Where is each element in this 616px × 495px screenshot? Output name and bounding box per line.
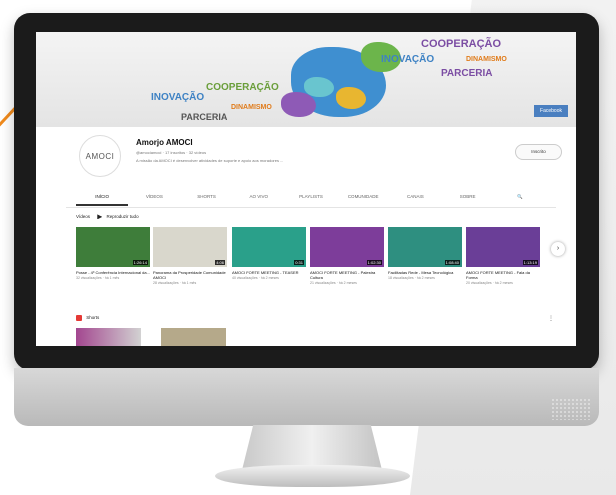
subscribe-button[interactable]: Inscrito — [515, 144, 562, 160]
video-thumbnail[interactable]: 1:13:19 — [466, 227, 540, 267]
tab-live[interactable]: AO VIVO — [233, 190, 285, 206]
play-all-button[interactable]: Reproduzir tudo — [107, 214, 139, 219]
video-duration: 1:08:40 — [444, 260, 460, 265]
video-title[interactable]: AMOCI FORTE MEETING - TEASER — [232, 270, 306, 275]
banner-word: INOVAÇÃO — [151, 92, 205, 103]
video-duration: 1:26:14 — [132, 260, 148, 265]
monitor-chin — [14, 368, 599, 426]
monitor-stand-neck — [242, 425, 382, 470]
video-thumbnail[interactable]: 1:08:40 — [388, 227, 462, 267]
video-card[interactable]: 0:31 AMOCI FORTE MEETING - TEASER 40 visua… — [232, 227, 306, 280]
channel-description[interactable]: A missão da AMOCI é desenvolver atividad… — [136, 158, 283, 163]
map-shape — [304, 77, 334, 97]
tab-channels[interactable]: CANAIS — [389, 190, 441, 206]
video-duration: 1:02:30 — [366, 260, 382, 265]
channel-meta: @amociamoci · 17 inscritos · 32 vídeos — [136, 150, 207, 155]
banner-link-badge[interactable]: Facebook — [534, 105, 568, 117]
shorts-icon — [76, 315, 82, 321]
banner-word: COOPERAÇÃO — [206, 82, 279, 93]
tab-shorts[interactable]: SHORTS — [180, 190, 232, 206]
banner-word: PARCERIA — [181, 112, 228, 122]
video-title[interactable]: AMOCI FORTE MEETING - Fala da Forma — [466, 270, 540, 280]
play-icon — [97, 214, 103, 220]
search-icon[interactable]: 🔍 — [494, 190, 546, 206]
video-card[interactable]: 4:06 Panorama da Prosperidade Comunidade … — [153, 227, 227, 285]
video-meta: 32 visualizações · há 1 mês — [76, 276, 120, 280]
short-thumbnail[interactable] — [161, 328, 226, 346]
short-thumbnail[interactable] — [76, 328, 141, 346]
video-thumbnail[interactable]: 0:31 — [232, 227, 306, 267]
shorts-label: Shorts — [86, 315, 100, 321]
video-meta: 20 visualizações · há 2 meses — [466, 281, 513, 285]
video-card[interactable]: 1:08:40 Facilitadas Rede - Mesa Tecnológi… — [388, 227, 462, 280]
channel-tabs: INÍCIO VÍDEOS SHORTS AO VIVO PLAYLISTS C… — [76, 190, 546, 206]
video-title[interactable]: Panorama da Prosperidade Comunidade AMOC… — [153, 270, 227, 280]
video-duration: 1:13:19 — [522, 260, 538, 265]
chevron-right-icon[interactable]: › — [551, 242, 565, 256]
more-options-icon[interactable]: ⋮ — [548, 315, 554, 322]
monitor-stand-base — [215, 465, 410, 487]
video-card[interactable]: 1:26:14 Posse - 4º Conferência Internacio… — [76, 227, 150, 280]
section-label: Vídeos — [76, 214, 91, 219]
video-thumbnail[interactable]: 4:06 — [153, 227, 227, 267]
video-title[interactable]: Facilitadas Rede - Mesa Tecnológica — [388, 270, 462, 275]
video-duration: 0:31 — [294, 260, 304, 265]
video-duration: 4:06 — [215, 260, 225, 265]
banner-word: DINAMISMO — [231, 104, 272, 111]
video-meta: 21 visualizações · há 2 meses — [310, 281, 357, 285]
tab-playlists[interactable]: PLAYLISTS — [285, 190, 337, 206]
videos-section-header: Vídeos Reproduzir tudo — [76, 214, 139, 220]
banner-word: INOVAÇÃO — [381, 54, 435, 65]
map-shape — [336, 87, 366, 109]
video-card[interactable]: 1:13:19 AMOCI FORTE MEETING - Fala da For… — [466, 227, 540, 285]
channel-name: Amorjo AMOCI — [136, 138, 193, 147]
banner-word: PARCERIA — [441, 68, 493, 79]
tab-community[interactable]: COMUNIDADE — [337, 190, 389, 206]
shorts-section-header: Shorts — [76, 315, 99, 321]
banner-word: COOPERAÇÃO — [421, 38, 502, 50]
video-title[interactable]: AMOCI FORTE MEETING - Palestra Cultura — [310, 270, 384, 280]
video-card[interactable]: 1:02:30 AMOCI FORTE MEETING - Palestra Cu… — [310, 227, 384, 285]
monitor: COOPERAÇÃO INOVAÇÃO DINAMISMO PARCERIA C… — [14, 13, 599, 370]
tab-videos[interactable]: VÍDEOS — [128, 190, 180, 206]
video-meta: 40 visualizações · há 2 meses — [232, 276, 279, 280]
video-thumbnail[interactable]: 1:02:30 — [310, 227, 384, 267]
tab-home[interactable]: INÍCIO — [76, 190, 129, 206]
tab-about[interactable]: SOBRE — [442, 190, 494, 206]
video-meta: 28 visualizações · há 1 mês — [153, 281, 197, 285]
video-meta: 18 visualizações · há 2 meses — [388, 276, 435, 280]
video-title[interactable]: Posse - 4º Conferência Internacional da.… — [76, 270, 150, 275]
channel-avatar[interactable]: AMOCI — [79, 135, 121, 177]
banner-word: DINAMISMO — [466, 56, 507, 63]
video-thumbnail[interactable]: 1:26:14 — [76, 227, 150, 267]
tabs-divider — [66, 207, 556, 208]
youtube-channel-screen: COOPERAÇÃO INOVAÇÃO DINAMISMO PARCERIA C… — [36, 32, 576, 346]
channel-banner: COOPERAÇÃO INOVAÇÃO DINAMISMO PARCERIA C… — [36, 32, 576, 127]
